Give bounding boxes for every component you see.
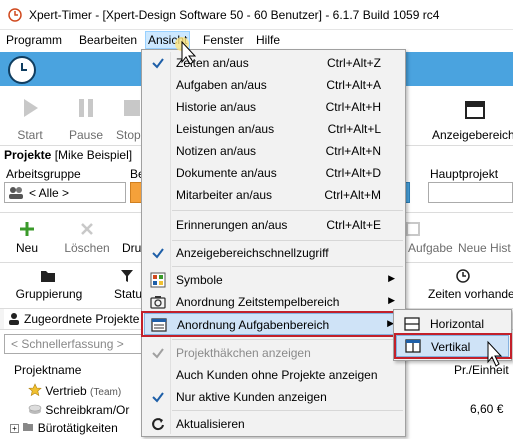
arbeitsgruppe-combo[interactable]: < Alle > — [4, 182, 126, 203]
schnellerfassung-input[interactable]: < Schnellerfassung > — [4, 334, 144, 354]
task-icon — [406, 222, 420, 236]
menu-hilfe[interactable]: Hilfe — [256, 33, 280, 47]
loeschen-button[interactable]: Löschen — [62, 219, 112, 259]
expand-plus-icon[interactable]: + — [10, 424, 19, 433]
menu-item-erinnerungen[interactable]: Erinnerungen an/aus Ctrl+Alt+E — [144, 214, 403, 236]
pause-icon — [79, 99, 93, 117]
neu-button[interactable]: Neu — [12, 219, 42, 259]
start-button[interactable]: Start — [10, 92, 50, 144]
folder-icon — [41, 271, 55, 282]
gruppierung-button[interactable]: Gruppierung — [12, 267, 86, 307]
checkmark-disabled-icon — [152, 348, 164, 359]
document-stack-icon — [28, 404, 42, 414]
panel-layout-icon — [465, 101, 485, 119]
app-clock-icon — [8, 8, 22, 22]
pause-button[interactable]: Pause — [66, 92, 106, 144]
horizontal-layout-icon — [404, 317, 420, 331]
tab-zugeordnete-projekte[interactable]: Zugeordnete Projekte — [4, 309, 144, 329]
refresh-icon — [152, 418, 164, 431]
symbols-grid-icon — [150, 272, 166, 288]
menu-separator — [172, 339, 403, 340]
delete-x-icon — [81, 223, 93, 235]
ansicht-dropdown-menu: Zeiten an/aus Ctrl+Alt+Z Aufgaben an/aus… — [141, 49, 406, 437]
menu-item-historie[interactable]: Historie an/aus Ctrl+Alt+H — [144, 96, 403, 118]
arbeitsgruppe-label: Arbeitsgruppe — [6, 167, 81, 181]
menu-separator — [172, 240, 403, 241]
submenu-arrow-icon: ▶ — [388, 295, 395, 305]
menu-programm[interactable]: Programm — [6, 33, 62, 47]
neue-historie-button[interactable]: Neue Hist — [456, 219, 513, 259]
tree-row-schreibkram[interactable]: Schreibkram/Or — [28, 402, 129, 417]
submenu-item-horizontal[interactable]: Horizontal — [396, 313, 509, 335]
clock-small-icon — [456, 269, 470, 283]
tree-row-vertrieb[interactable]: Vertrieb (Team) — [28, 383, 121, 398]
menu-item-nur-aktive-kunden[interactable]: Nur aktive Kunden anzeigen — [144, 386, 403, 408]
checkmark-icon — [152, 392, 164, 403]
tree-row-schreibkram-price: 6,60 € — [470, 402, 504, 416]
menu-item-notizen[interactable]: Notizen an/aus Ctrl+Alt+N — [144, 140, 403, 162]
mouse-cursor-icon — [487, 340, 503, 367]
window-title: Xpert-Timer - [Xpert-Design Software 50 … — [29, 8, 440, 22]
menu-item-kunden-ohne-projekte[interactable]: Auch Kunden ohne Projekte anzeigen — [144, 364, 403, 386]
title-bar: Xpert-Timer - [Xpert-Design Software 50 … — [0, 0, 513, 30]
menu-separator — [172, 210, 403, 211]
menu-item-anzeigebereichschnellzugriff[interactable]: Anzeigebereichschnellzugriff — [144, 242, 403, 264]
clock-icon — [8, 56, 36, 84]
hauptprojekt-combo[interactable] — [428, 182, 513, 203]
folder-small-icon — [23, 423, 34, 431]
plus-icon — [20, 222, 34, 236]
menu-item-projekthaekchen[interactable]: Projekthäkchen anzeigen — [144, 342, 403, 364]
callout-highlight-aufgabenbereich — [141, 311, 400, 337]
col-projektname[interactable]: Projektname — [14, 363, 81, 377]
filter-icon — [121, 270, 133, 282]
menu-item-dokumente[interactable]: Dokumente an/aus Ctrl+Alt+D — [144, 162, 403, 184]
anzeigebereich-button[interactable]: Anzeigebereich — [428, 92, 513, 144]
menu-item-aufgaben[interactable]: Aufgaben an/aus Ctrl+Alt+A — [144, 74, 403, 96]
projects-user: [Mike Beispiel] — [54, 148, 133, 162]
stop-button[interactable]: Stopp — [114, 92, 144, 144]
star-icon — [28, 383, 42, 397]
menu-item-leistungen[interactable]: Leistungen an/aus Ctrl+Alt+L — [144, 118, 403, 140]
group-icon — [9, 187, 23, 199]
user-icon — [9, 313, 19, 325]
menu-bearbeiten[interactable]: Bearbeiten — [79, 33, 137, 47]
hauptprojekt-label: Hauptprojekt — [430, 167, 499, 181]
status-filter-button[interactable]: Statu — [112, 267, 142, 307]
menu-separator — [172, 266, 403, 267]
mouse-cursor-icon — [175, 37, 197, 65]
drucken-button[interactable]: Dru — [122, 219, 142, 259]
menu-item-anordnung-zeitstempel[interactable]: Anordnung Zeitstempelbereich ▶ — [144, 291, 403, 313]
submenu-arrow-icon: ▶ — [388, 273, 395, 283]
camera-icon — [150, 296, 166, 309]
menu-fenster[interactable]: Fenster — [203, 33, 244, 47]
play-icon — [24, 99, 38, 117]
menu-item-aktualisieren[interactable]: Aktualisieren — [144, 413, 403, 435]
aufgabe-button[interactable]: Aufgabe — [404, 219, 453, 259]
checkmark-icon — [152, 58, 164, 69]
zeiten-vorhanden-button[interactable]: Zeiten vorhande — [420, 267, 513, 307]
projects-title: Projekte — [4, 148, 52, 162]
checkmark-icon — [152, 248, 164, 259]
menu-separator — [172, 410, 403, 411]
tree-row-buerotaetigkeiten[interactable]: + Bürotätigkeiten — [10, 421, 118, 435]
menu-item-mitarbeiter[interactable]: Mitarbeiter an/aus Ctrl+Alt+M — [144, 184, 403, 206]
menu-bar: Programm Bearbeiten Ansicht Fenster Hilf… — [0, 30, 513, 50]
menu-item-symbole[interactable]: Symbole ▶ — [144, 269, 403, 291]
